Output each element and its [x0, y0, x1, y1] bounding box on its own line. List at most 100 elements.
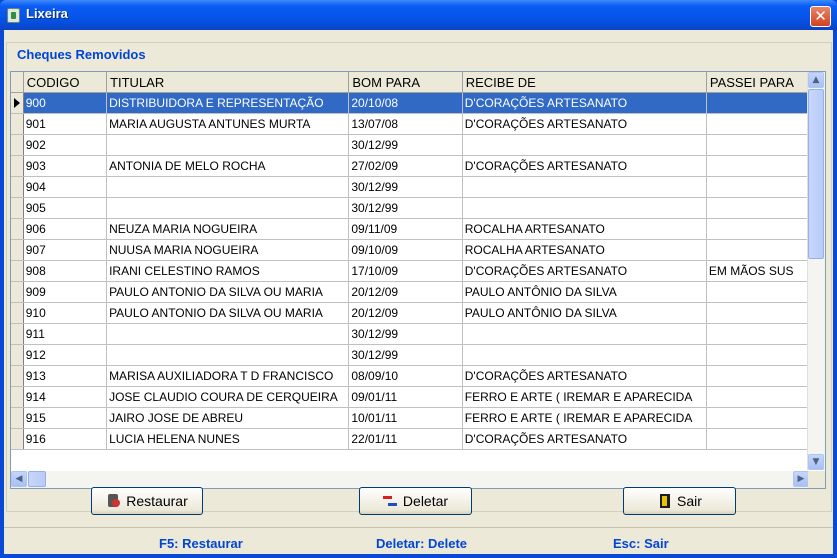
cell-recibe-de[interactable]: FERRO E ARTE ( IREMAR E APARECIDA: [462, 386, 707, 408]
cell-titular[interactable]: ANTONIA DE MELO ROCHA: [106, 155, 350, 177]
cell-recibe-de[interactable]: [462, 197, 707, 219]
table-row[interactable]: 905 30/12/99: [11, 197, 825, 219]
cell-recibe-de[interactable]: D'CORAÇÕES ARTESANATO: [462, 428, 707, 450]
cell-titular[interactable]: [106, 344, 350, 366]
cell-recibe-de[interactable]: PAULO ANTÔNIO DA SILVA: [462, 302, 707, 324]
table-row[interactable]: 908 IRANI CELESTINO RAMOS 17/10/09 D'CORAÇÕ…: [11, 260, 825, 282]
cell-bom-para[interactable]: 30/12/99: [348, 344, 463, 366]
column-header-bom-para[interactable]: BOM PARA: [348, 72, 463, 93]
cell-titular[interactable]: [106, 134, 350, 156]
cell-recibe-de[interactable]: ROCALHA ARTESANATO: [462, 239, 707, 261]
table-row[interactable]: 915 JAIRO JOSE DE ABREU 10/01/11 FERRO E AR…: [11, 407, 825, 429]
table-row[interactable]: 907 NUUSA MARIA NOGUEIRA 09/10/09 ROCALHA A…: [11, 239, 825, 261]
table-row[interactable]: 909 PAULO ANTONIO DA SILVA OU MARIA 20/12/…: [11, 281, 825, 303]
cell-titular[interactable]: [106, 197, 350, 219]
cell-codigo[interactable]: 908: [23, 260, 108, 282]
cheques-grid[interactable]: CODIGO TITULAR BOM PARA RECIBE DE PASSEI…: [10, 71, 826, 489]
table-row[interactable]: 914 JOSE CLAUDIO COURA DE CERQUEIRA 09/01/…: [11, 386, 825, 408]
cell-titular[interactable]: [106, 323, 350, 345]
cell-bom-para[interactable]: 30/12/99: [348, 134, 463, 156]
row-indicator[interactable]: [11, 218, 24, 240]
row-indicator[interactable]: [11, 176, 24, 198]
scroll-up-button[interactable]: ▲: [808, 72, 824, 88]
table-row[interactable]: 902 30/12/99: [11, 134, 825, 156]
cell-codigo[interactable]: 913: [23, 365, 108, 387]
close-button[interactable]: ✕: [810, 6, 831, 27]
cell-titular[interactable]: LUCIA HELENA NUNES: [106, 428, 350, 450]
cell-codigo[interactable]: 904: [23, 176, 108, 198]
horizontal-scroll-thumb[interactable]: [28, 471, 46, 487]
cell-codigo[interactable]: 906: [23, 218, 108, 240]
cell-bom-para[interactable]: 20/10/08: [348, 92, 463, 114]
delete-button[interactable]: Deletar: [359, 487, 472, 515]
row-indicator[interactable]: [11, 344, 24, 366]
table-row[interactable]: 901 MARIA AUGUSTA ANTUNES MURTA 13/07/08 D'…: [11, 113, 825, 135]
cell-codigo[interactable]: 907: [23, 239, 108, 261]
cell-bom-para[interactable]: 22/01/11: [348, 428, 463, 450]
cell-titular[interactable]: MARISA AUXILIADORA T D FRANCISCO: [106, 365, 350, 387]
row-indicator[interactable]: [11, 428, 24, 450]
row-indicator[interactable]: [11, 113, 24, 135]
table-row[interactable]: 913 MARISA AUXILIADORA T D FRANCISCO 08/09…: [11, 365, 825, 387]
cell-recibe-de[interactable]: PAULO ANTÔNIO DA SILVA: [462, 281, 707, 303]
scroll-left-button[interactable]: ◀: [11, 471, 27, 487]
cell-bom-para[interactable]: 13/07/08: [348, 113, 463, 135]
column-header-codigo[interactable]: CODIGO: [23, 72, 108, 93]
cell-titular[interactable]: DISTRIBUIDORA E REPRESENTAÇÃO: [106, 92, 350, 114]
cell-codigo[interactable]: 905: [23, 197, 108, 219]
cell-recibe-de[interactable]: D'CORAÇÕES ARTESANATO: [462, 365, 707, 387]
row-indicator[interactable]: [11, 302, 24, 324]
cell-codigo[interactable]: 900: [23, 92, 108, 114]
row-indicator[interactable]: [11, 323, 24, 345]
cell-bom-para[interactable]: 09/10/09: [348, 239, 463, 261]
cell-titular[interactable]: JOSE CLAUDIO COURA DE CERQUEIRA: [106, 386, 350, 408]
table-row[interactable]: 906 NEUZA MARIA NOGUEIRA 09/11/09 ROCALHA A…: [11, 218, 825, 240]
table-row[interactable]: 916 LUCIA HELENA NUNES 22/01/11 D'CORAÇÕES …: [11, 428, 825, 450]
exit-button[interactable]: Sair: [623, 487, 736, 515]
cell-recibe-de[interactable]: ROCALHA ARTESANATO: [462, 218, 707, 240]
scroll-down-button[interactable]: ▼: [808, 454, 824, 470]
title-bar[interactable]: Lixeira ✕: [0, 0, 837, 30]
cell-bom-para[interactable]: 27/02/09: [348, 155, 463, 177]
row-indicator[interactable]: [11, 407, 24, 429]
cell-titular[interactable]: PAULO ANTONIO DA SILVA OU MARIA: [106, 281, 350, 303]
cell-bom-para[interactable]: 20/12/09: [348, 281, 463, 303]
table-row[interactable]: 900 DISTRIBUIDORA E REPRESENTAÇÃO 20/10/08…: [11, 92, 825, 114]
vertical-scroll-thumb[interactable]: [808, 89, 824, 259]
cell-titular[interactable]: [106, 176, 350, 198]
row-indicator[interactable]: [11, 134, 24, 156]
cell-codigo[interactable]: 909: [23, 281, 108, 303]
cell-bom-para[interactable]: 08/09/10: [348, 365, 463, 387]
cell-titular[interactable]: MARIA AUGUSTA ANTUNES MURTA: [106, 113, 350, 135]
cell-bom-para[interactable]: 30/12/99: [348, 197, 463, 219]
row-indicator[interactable]: [11, 386, 24, 408]
table-row[interactable]: 910 PAULO ANTONIO DA SILVA OU MARIA 20/12/…: [11, 302, 825, 324]
cell-bom-para[interactable]: 30/12/99: [348, 323, 463, 345]
cell-bom-para[interactable]: 30/12/99: [348, 176, 463, 198]
cell-recibe-de[interactable]: [462, 323, 707, 345]
cell-codigo[interactable]: 903: [23, 155, 108, 177]
row-indicator[interactable]: [11, 260, 24, 282]
cell-bom-para[interactable]: 09/01/11: [348, 386, 463, 408]
column-header-titular[interactable]: TITULAR: [106, 72, 350, 93]
cell-codigo[interactable]: 902: [23, 134, 108, 156]
cell-recibe-de[interactable]: D'CORAÇÕES ARTESANATO: [462, 260, 707, 282]
cell-recibe-de[interactable]: [462, 344, 707, 366]
cell-recibe-de[interactable]: [462, 176, 707, 198]
table-row[interactable]: 903 ANTONIA DE MELO ROCHA 27/02/09 D'CORAÇÕ…: [11, 155, 825, 177]
restore-button[interactable]: Restaurar: [91, 487, 203, 515]
row-indicator[interactable]: [11, 155, 24, 177]
cell-codigo[interactable]: 901: [23, 113, 108, 135]
cell-bom-para[interactable]: 09/11/09: [348, 218, 463, 240]
table-row[interactable]: 912 30/12/99: [11, 344, 825, 366]
cell-bom-para[interactable]: 17/10/09: [348, 260, 463, 282]
cell-titular[interactable]: IRANI CELESTINO RAMOS: [106, 260, 350, 282]
cell-bom-para[interactable]: 10/01/11: [348, 407, 463, 429]
column-header-recibe-de[interactable]: RECIBE DE: [462, 72, 707, 93]
scroll-right-button[interactable]: ▶: [793, 471, 809, 487]
cell-recibe-de[interactable]: D'CORAÇÕES ARTESANATO: [462, 155, 707, 177]
cell-recibe-de[interactable]: D'CORAÇÕES ARTESANATO: [462, 113, 707, 135]
horizontal-scrollbar[interactable]: ◀ ▶: [11, 471, 809, 488]
cell-codigo[interactable]: 911: [23, 323, 108, 345]
table-row[interactable]: 911 30/12/99: [11, 323, 825, 345]
